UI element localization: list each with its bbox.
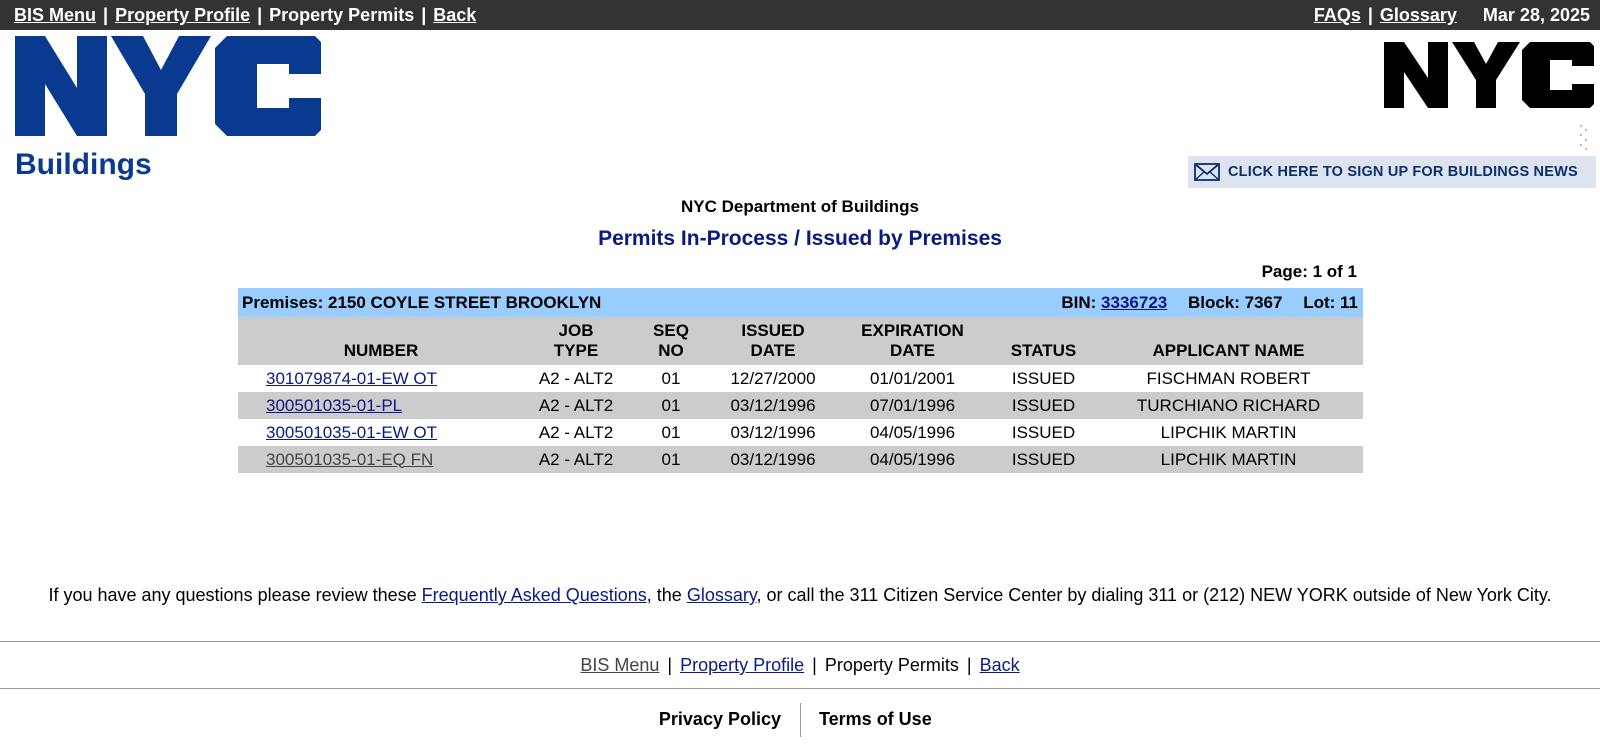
news-signup-label: CLICK HERE TO SIGN UP FOR BUILDINGS NEWS — [1228, 164, 1578, 180]
bottom-bis-menu-link[interactable]: BIS Menu — [580, 655, 659, 675]
column-header-seq-no: SEQ NO — [653, 321, 689, 360]
job-type-cell: A2 - ALT2 — [538, 422, 614, 442]
divider — [0, 641, 1600, 642]
bis-menu-link[interactable]: BIS Menu — [14, 5, 96, 25]
nav-separator: | — [667, 655, 673, 675]
page-count: Page: 1 of 1 — [1261, 262, 1357, 281]
bottom-property-profile-link[interactable]: Property Profile — [680, 655, 804, 675]
expiration-date-cell: 04/05/1996 — [869, 449, 956, 469]
buildings-news-signup-banner[interactable]: CLICK HERE TO SIGN UP FOR BUILDINGS NEWS — [1188, 156, 1596, 188]
permits-table: NUMBER JOB TYPE SEQ NO ISSUED DATE EXPIRATI… — [238, 317, 1363, 473]
column-header-issued-date: ISSUED DATE — [741, 321, 805, 360]
table-header-row: NUMBER JOB TYPE SEQ NO ISSUED DATE EXPIRATI… — [238, 317, 1363, 365]
job-type-cell: A2 - ALT2 — [538, 368, 614, 388]
terms-of-use-link[interactable]: Terms of Use — [819, 709, 932, 730]
permit-number-link[interactable]: 300501035-01-EQ FN — [266, 450, 433, 469]
nav-separator: | — [103, 5, 109, 25]
premises-ids: BIN: 3336723 Block: 7367 Lot: 11 — [1045, 293, 1358, 313]
nyc-buildings-logo[interactable]: TM Buildings — [15, 36, 330, 186]
nav-separator: | — [1367, 5, 1373, 25]
status-cell: ISSUED — [1011, 422, 1076, 442]
back-link[interactable]: Back — [433, 5, 476, 25]
status-cell: ISSUED — [1011, 395, 1076, 415]
applicant-name-cell: FISCHMAN ROBERT — [1146, 368, 1311, 388]
top-nav-bar: BIS Menu | Property Profile | Property Permi… — [0, 0, 1600, 30]
applicant-name-cell: LIPCHIK MARTIN — [1160, 422, 1297, 442]
lot-number: Lot: 11 — [1303, 293, 1358, 312]
issued-date-cell: 12/27/2000 — [730, 368, 816, 388]
bin-link[interactable]: 3336723 — [1101, 293, 1167, 312]
premises-header: Premises: 2150 COYLE STREET BROOKLYN BIN… — [238, 288, 1363, 317]
trademark-mark: TM — [309, 39, 319, 46]
table-row: 300501035-01-PL A2 - ALT2 01 03/12/1996 … — [238, 392, 1363, 419]
property-profile-link[interactable]: Property Profile — [115, 5, 250, 25]
glossary-help-link[interactable]: Glossary — [687, 585, 757, 605]
issued-date-cell: 03/12/1996 — [730, 422, 816, 442]
applicant-name-cell: LIPCHIK MARTIN — [1160, 449, 1297, 469]
permit-number-cell: 300501035-01-EQ FN — [238, 446, 524, 473]
status-cell: ISSUED — [1011, 368, 1076, 388]
nyc-logo-right[interactable] — [1384, 38, 1594, 112]
nav-separator: | — [966, 655, 972, 675]
table-row: 300501035-01-EQ FN A2 - ALT2 01 03/12/19… — [238, 446, 1363, 473]
faqs-link[interactable]: FAQs — [1314, 5, 1361, 25]
column-header-expiration-date: EXPIRATION DATE — [861, 321, 964, 360]
premises-address: Premises: 2150 COYLE STREET BROOKLYN — [242, 292, 602, 312]
buildings-logo-text: Buildings — [15, 148, 152, 181]
divider — [0, 688, 1600, 689]
issued-date-cell: 03/12/1996 — [730, 395, 816, 415]
property-permits-current: Property Permits — [269, 5, 415, 25]
table-row: 300501035-01-EW OT A2 - ALT2 01 03/12/19… — [238, 419, 1363, 446]
glossary-link[interactable]: Glossary — [1380, 5, 1457, 25]
top-nav-right: FAQs | Glossary Mar 28, 2025 — [1314, 5, 1590, 26]
current-date: Mar 28, 2025 — [1482, 5, 1590, 25]
expiration-date-cell: 07/01/1996 — [869, 395, 956, 415]
seq-no-cell: 01 — [661, 395, 681, 415]
column-header-number: NUMBER — [343, 341, 419, 360]
help-text-part: If you have any questions please review … — [48, 585, 422, 605]
expiration-date-cell: 01/01/2001 — [869, 368, 956, 388]
help-text: If you have any questions please review … — [10, 584, 1590, 607]
legal-links: Privacy Policy Terms of Use — [0, 703, 1600, 737]
applicant-name-cell: TURCHIANO RICHARD — [1136, 395, 1321, 415]
faq-link[interactable]: Frequently Asked Questions — [422, 585, 647, 605]
permit-number-cell: 301079874-01-EW OT — [238, 365, 524, 392]
help-text-part: , the — [646, 585, 687, 605]
status-cell: ISSUED — [1011, 449, 1076, 469]
envelope-icon — [1194, 163, 1220, 181]
permits-table-container: Premises: 2150 COYLE STREET BROOKLYN BIN… — [238, 288, 1363, 473]
job-type-cell: A2 - ALT2 — [538, 395, 614, 415]
bottom-property-permits-current: Property Permits — [824, 655, 959, 675]
expiration-date-cell: 04/05/1996 — [869, 422, 956, 442]
permit-number-link[interactable]: 300501035-01-EW OT — [266, 423, 437, 442]
privacy-policy-link[interactable]: Privacy Policy — [600, 709, 781, 730]
job-type-cell: A2 - ALT2 — [538, 449, 614, 469]
nav-separator: | — [421, 5, 427, 25]
seq-no-cell: 01 — [661, 422, 681, 442]
table-row: 301079874-01-EW OT A2 - ALT2 01 12/27/20… — [238, 365, 1363, 392]
column-header-job-type: JOB TYPE — [553, 321, 599, 360]
bottom-back-link[interactable]: Back — [980, 655, 1020, 675]
page-title: Permits In-Process / Issued by Premises — [598, 227, 1002, 250]
bin-label: BIN: — [1061, 293, 1097, 312]
permit-number-cell: 300501035-01-EW OT — [238, 419, 524, 446]
decorative-dots — [1579, 124, 1588, 151]
permit-number-cell: 300501035-01-PL — [238, 392, 524, 419]
legal-divider — [800, 703, 801, 737]
column-header-status: STATUS — [1010, 341, 1077, 360]
column-header-applicant-name: APPLICANT NAME — [1152, 341, 1305, 360]
department-name: NYC Department of Buildings — [680, 197, 919, 216]
nav-separator: | — [812, 655, 817, 675]
issued-date-cell: 03/12/1996 — [730, 449, 816, 469]
bottom-nav: BIS Menu | Property Profile | Property Permi… — [0, 655, 1600, 676]
help-text-part: , or call the 311 Citizen Service Center… — [756, 585, 1552, 605]
permit-number-link[interactable]: 301079874-01-EW OT — [266, 369, 437, 388]
block-number: Block: 7367 — [1187, 293, 1283, 312]
top-nav-left: BIS Menu | Property Profile | Property Permi… — [14, 5, 476, 26]
nav-separator: | — [257, 5, 263, 25]
seq-no-cell: 01 — [661, 368, 681, 388]
permit-number-link[interactable]: 300501035-01-PL — [266, 396, 402, 415]
seq-no-cell: 01 — [661, 449, 681, 469]
